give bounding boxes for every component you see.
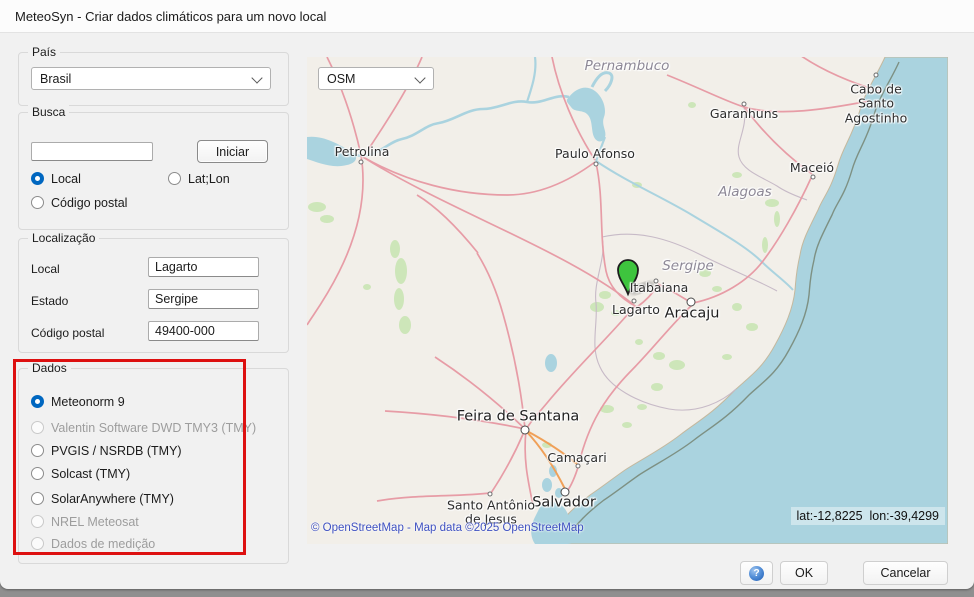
local-field[interactable]: Lagarto: [148, 257, 259, 277]
group-pais-label: País: [28, 45, 60, 59]
radio-valentin-dwd: Valentin Software DWD TMY3 (TMY): [31, 420, 256, 435]
city-dot-marker: [576, 464, 581, 469]
map-place-label: Aracaju: [665, 306, 720, 323]
radio-solcast-circle: [31, 467, 44, 480]
ok-button[interactable]: OK: [780, 561, 828, 585]
estado-field[interactable]: Sergipe: [148, 289, 259, 309]
map-place-label: Itabaiana: [630, 281, 689, 295]
help-icon: ?: [749, 566, 764, 581]
cancel-button-label: Cancelar: [880, 566, 930, 580]
group-dados: Dados Meteonorm 9 Valentin Software DWD …: [18, 368, 289, 564]
radio-dados-medicao: Dados de medição: [31, 536, 155, 551]
radio-local-label: Local: [51, 172, 81, 186]
group-busca: Busca Iniciar Local Lat;Lon Código posta…: [18, 112, 289, 230]
estado-field-value: Sergipe: [155, 292, 198, 306]
map-place-label: Lagarto: [612, 303, 660, 317]
country-select[interactable]: Brasil: [31, 67, 271, 90]
radio-postal-circle: [31, 196, 44, 209]
city-dot-marker: [742, 102, 747, 107]
radio-latlon-label: Lat;Lon: [188, 172, 230, 186]
city-dot-marker: [359, 160, 364, 165]
radio-latlon-circle: [168, 172, 181, 185]
group-dados-label: Dados: [28, 361, 71, 375]
meteosyn-dialog: MeteoSyn - Criar dados climáticos para u…: [0, 0, 974, 589]
map-place-label: Salvador: [532, 495, 596, 512]
map-view[interactable]: CaruaruPernambucoCabo de Santo Agostinho…: [307, 57, 948, 544]
local-field-value: Lagarto: [155, 260, 197, 274]
map-layer-select[interactable]: OSM: [318, 67, 434, 90]
city-dot-marker: [632, 299, 637, 304]
map-place-label: Feira de Santana: [457, 409, 580, 426]
radio-medicao-circle: [31, 537, 44, 550]
group-localizacao: Localização Local Lagarto Estado Sergipe…: [18, 238, 289, 353]
postal-field[interactable]: 49400-000: [148, 321, 259, 341]
radio-search-local[interactable]: Local: [31, 171, 81, 186]
group-localizacao-label: Localização: [28, 231, 99, 245]
country-selected-value: Brasil: [40, 72, 71, 86]
map-place-label: Paulo Afonso: [555, 147, 635, 161]
radio-nrel-label: NREL Meteosat: [51, 515, 139, 529]
radio-search-latlon[interactable]: Lat;Lon: [168, 171, 230, 186]
city-dot-marker: [874, 73, 879, 78]
chevron-down-icon: [414, 72, 425, 83]
chevron-down-icon: [251, 72, 262, 83]
radio-pvgis-label: PVGIS / NSRDB (TMY): [51, 444, 182, 458]
map-label-layer: CaruaruPernambucoCabo de Santo Agostinho…: [307, 57, 948, 544]
map-place-label: Pernambuco: [585, 59, 670, 75]
radio-meteonorm9-circle: [31, 395, 44, 408]
cancel-button[interactable]: Cancelar: [863, 561, 948, 585]
help-button[interactable]: ?: [740, 561, 773, 585]
city-dot-marker: [594, 162, 599, 167]
radio-medicao-label: Dados de medição: [51, 537, 155, 551]
group-busca-label: Busca: [28, 105, 69, 119]
city-dot-marker: [811, 175, 816, 180]
radio-solaranywhere[interactable]: SolarAnywhere (TMY): [31, 491, 174, 506]
window-title: MeteoSyn - Criar dados climáticos para u…: [0, 9, 326, 24]
map-place-label: Petrolina: [335, 145, 390, 159]
city-ring-marker: [521, 426, 530, 435]
radio-nrel-circle: [31, 515, 44, 528]
ok-button-label: OK: [795, 566, 813, 580]
radio-valentin-circle: [31, 421, 44, 434]
radio-solaranywhere-label: SolarAnywhere (TMY): [51, 492, 174, 506]
map-place-label: Sergipe: [662, 259, 714, 275]
map-place-label: Alagoas: [718, 185, 771, 201]
radio-local-circle: [31, 172, 44, 185]
search-input[interactable]: [31, 142, 153, 161]
radio-solaranywhere-circle: [31, 492, 44, 505]
city-ring-marker: [687, 298, 696, 307]
map-place-label: Maceió: [790, 161, 834, 175]
map-place-label: Garanhuns: [710, 107, 778, 121]
map-place-label: Cabo de Santo Agostinho: [840, 82, 912, 125]
radio-solcast-label: Solcast (TMY): [51, 467, 130, 481]
map-place-label: Camaçari: [547, 451, 606, 465]
map-layer-selected-value: OSM: [327, 72, 355, 86]
start-search-label: Iniciar: [216, 145, 249, 159]
radio-solcast[interactable]: Solcast (TMY): [31, 466, 130, 481]
start-search-button[interactable]: Iniciar: [197, 140, 268, 163]
city-ring-marker: [561, 488, 570, 497]
local-field-label: Local: [31, 262, 60, 276]
map-coordinates-readout: lat:-12,8225 lon:-39,4299: [791, 507, 945, 525]
radio-meteonorm9[interactable]: Meteonorm 9: [31, 394, 125, 409]
estado-field-label: Estado: [31, 294, 68, 308]
city-dot-marker: [654, 279, 659, 284]
group-pais: País Brasil: [18, 52, 289, 106]
map-attribution[interactable]: © OpenStreetMap - Map data ©2025 OpenStr…: [311, 522, 584, 534]
city-dot-marker: [488, 492, 493, 497]
radio-postal-label: Código postal: [51, 196, 127, 210]
radio-nrel-meteosat: NREL Meteosat: [31, 514, 139, 529]
radio-pvgis-nsrdb[interactable]: PVGIS / NSRDB (TMY): [31, 443, 182, 458]
radio-search-postal[interactable]: Código postal: [31, 195, 127, 210]
radio-meteonorm9-label: Meteonorm 9: [51, 395, 125, 409]
postal-field-label: Código postal: [31, 326, 104, 340]
radio-valentin-label: Valentin Software DWD TMY3 (TMY): [51, 421, 256, 435]
titlebar: MeteoSyn - Criar dados climáticos para u…: [0, 0, 974, 33]
postal-field-value: 49400-000: [155, 324, 215, 338]
radio-pvgis-circle: [31, 444, 44, 457]
